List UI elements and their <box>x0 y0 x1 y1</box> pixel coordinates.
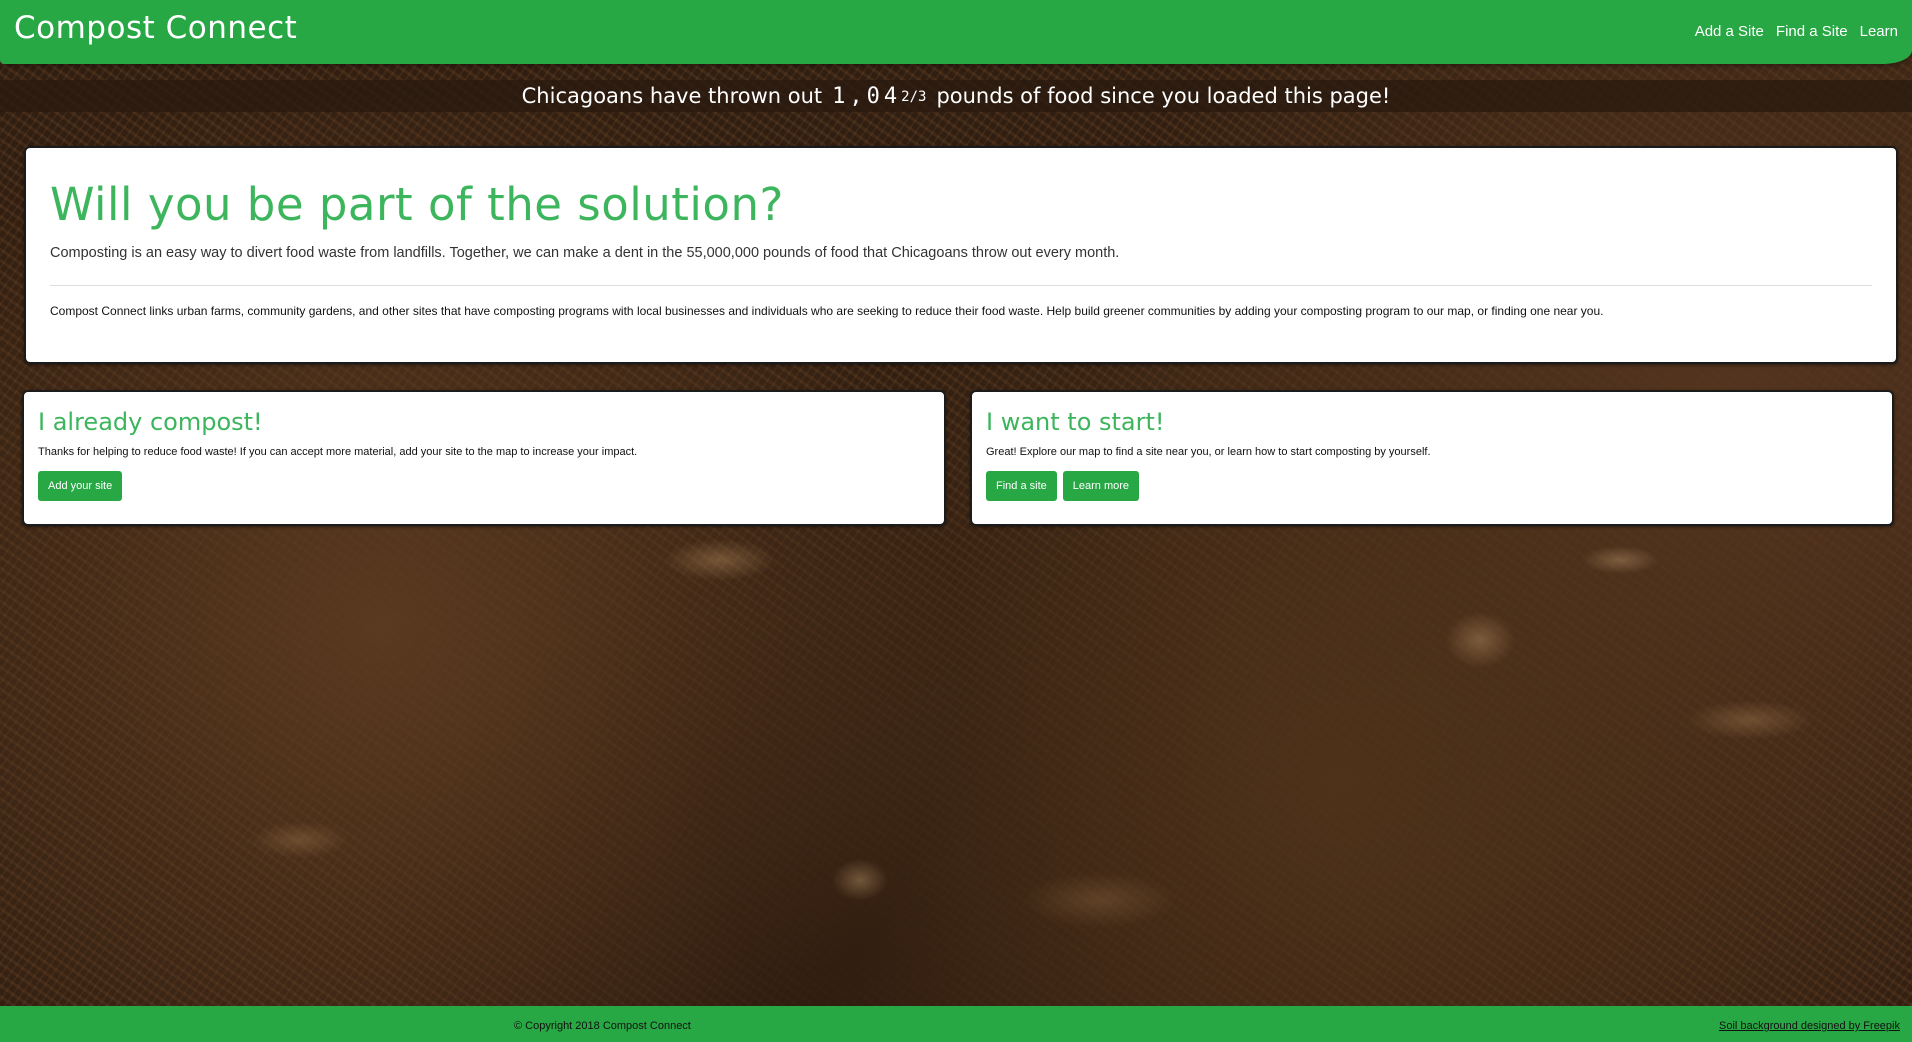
want-to-start-card: I want to start! Great! Explore our map … <box>970 390 1894 526</box>
ticker-prefix: Chicagoans have thrown out <box>521 84 823 108</box>
top-navbar: Compost Connect Add a Site Find a Site L… <box>0 0 1912 64</box>
card-actions: Add your site <box>38 471 930 501</box>
ticker-suffix: pounds of food since you loaded this pag… <box>936 84 1391 108</box>
hero-description: Compost Connect links urban farms, commu… <box>50 304 1604 318</box>
hero-divider <box>50 285 1872 286</box>
food-counter: 1,042/3 <box>832 84 926 109</box>
nav-links: Add a Site Find a Site Learn <box>1695 23 1898 40</box>
card-title: I want to start! <box>986 408 1165 436</box>
copyright-text: © Copyright 2018 Compost Connect <box>514 1020 691 1032</box>
nav-learn[interactable]: Learn <box>1860 23 1898 40</box>
card-title: I already compost! <box>38 408 263 436</box>
card-text: Thanks for helping to reduce food waste!… <box>38 446 638 458</box>
food-waste-ticker: Chicagoans have thrown out 1,042/3 pound… <box>0 80 1912 112</box>
card-actions: Find a site Learn more <box>986 471 1878 501</box>
page-footer: © Copyright 2018 Compost Connect Soil ba… <box>0 1006 1912 1042</box>
card-text: Great! Explore our map to find a site ne… <box>986 446 1431 458</box>
learn-more-button[interactable]: Learn more <box>1062 471 1140 501</box>
nav-add-site[interactable]: Add a Site <box>1695 23 1764 40</box>
find-a-site-button[interactable]: Find a site <box>986 471 1057 501</box>
nav-find-site[interactable]: Find a Site <box>1776 23 1848 40</box>
add-your-site-button[interactable]: Add your site <box>38 471 123 501</box>
background-credit-link[interactable]: Soil background designed by Freepik <box>1719 1020 1900 1032</box>
already-compost-card: I already compost! Thanks for helping to… <box>22 390 946 526</box>
counter-rolling-digits: 2/3 <box>901 88 927 105</box>
hero-lead: Composting is an easy way to divert food… <box>50 245 1120 261</box>
counter-digits: 1,04 <box>832 83 902 109</box>
brand-logo[interactable]: Compost Connect <box>14 10 297 46</box>
hero-title: Will you be part of the solution? <box>50 178 784 231</box>
hero-panel: Will you be part of the solution? Compos… <box>24 146 1898 364</box>
